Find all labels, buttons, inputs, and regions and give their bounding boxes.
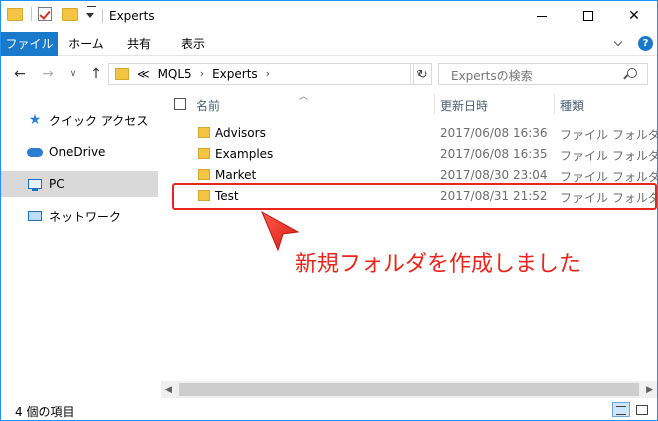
sidebar-item-label: PC	[49, 177, 65, 191]
cloud-icon	[27, 145, 43, 159]
breadcrumb: ≪ MQL5 › Experts ›	[137, 67, 270, 81]
search-icon[interactable]	[627, 68, 637, 78]
sidebar-item-quick-access[interactable]: ★ クイック アクセス	[1, 107, 158, 133]
sidebar-item-label: OneDrive	[49, 145, 106, 159]
sidebar-item-network[interactable]: ネットワーク	[1, 203, 158, 229]
navigation-pane: ★ クイック アクセス OneDrive PC ネットワーク	[1, 93, 158, 399]
folder-icon	[198, 169, 210, 180]
close-icon: ✕	[628, 8, 640, 24]
file-date: 2017/08/30 23:04	[440, 168, 548, 182]
ribbon: ファイル ホーム 共有 表示 ?	[1, 32, 657, 56]
scroll-thumb[interactable]	[179, 383, 639, 396]
sort-indicator-icon: ︿	[299, 92, 309, 102]
back-button[interactable]: ←	[11, 65, 29, 83]
scroll-left-icon[interactable]: ◀	[165, 385, 172, 395]
tab-home[interactable]: ホーム	[64, 32, 108, 56]
quick-access-toolbar	[7, 7, 94, 21]
title-bar: Experts ✕	[1, 1, 657, 32]
tab-share[interactable]: 共有	[119, 32, 159, 56]
file-date: 2017/06/08 16:36	[440, 126, 548, 140]
chevron-right-icon[interactable]: ›	[200, 67, 204, 81]
column-name[interactable]: 名前	[196, 97, 220, 114]
expand-ribbon-icon[interactable]	[613, 37, 625, 49]
horizontal-scrollbar[interactable]: ◀ ▶	[161, 381, 657, 398]
refresh-button[interactable]: ↻	[413, 63, 432, 85]
chevron-right-icon[interactable]: ›	[266, 67, 270, 81]
large-icons-view-icon[interactable]	[633, 402, 651, 417]
dropdown-bar	[87, 6, 96, 7]
maximize-button[interactable]	[565, 1, 611, 31]
close-button[interactable]: ✕	[611, 1, 657, 31]
tab-file[interactable]: ファイル	[1, 32, 58, 56]
properties-icon[interactable]	[38, 7, 52, 21]
scroll-right-icon[interactable]: ▶	[646, 385, 653, 395]
column-date[interactable]: 更新日時	[440, 97, 488, 114]
file-name: Advisors	[215, 126, 266, 140]
computer-icon	[27, 177, 43, 191]
column-divider[interactable]	[554, 93, 555, 115]
annotation-text: 新規フォルダを作成しました	[295, 252, 582, 277]
column-header: ︿ 名前 更新日時 種類	[158, 92, 657, 117]
help-button[interactable]: ?	[638, 36, 653, 51]
sidebar-item-label: ネットワーク	[49, 209, 122, 224]
select-all-checkbox[interactable]	[174, 98, 186, 110]
file-name: Examples	[215, 147, 274, 161]
forward-button[interactable]: →	[39, 65, 57, 83]
toolbar-divider	[31, 7, 32, 21]
folder-icon	[198, 127, 210, 138]
sidebar-item-label: クイック アクセス	[49, 113, 149, 128]
highlight-box	[172, 183, 657, 210]
title-divider	[102, 9, 103, 23]
sidebar-item-onedrive[interactable]: OneDrive	[1, 139, 158, 165]
file-row[interactable]: Advisors 2017/06/08 16:36 ファイル フォルダー	[172, 123, 657, 144]
up-button[interactable]: ↑	[87, 65, 105, 83]
column-type[interactable]: 種類	[560, 97, 584, 114]
folder-icon	[115, 68, 129, 80]
sidebar-item-pc[interactable]: PC	[1, 171, 158, 197]
minimize-button[interactable]	[519, 1, 565, 31]
file-name: Market	[215, 168, 257, 182]
address-bar[interactable]: ≪ MQL5 › Experts › ∨	[108, 63, 432, 85]
search-input[interactable]: Expertsの検索	[438, 63, 648, 85]
minimize-icon	[537, 15, 547, 17]
item-count: 4 個の項目	[15, 405, 75, 419]
new-folder-icon[interactable]	[62, 7, 78, 21]
star-icon: ★	[28, 112, 42, 128]
folder-icon[interactable]	[7, 7, 23, 21]
column-divider[interactable]	[434, 93, 435, 115]
file-date: 2017/06/08 16:35	[440, 147, 548, 161]
file-list: ︿ 名前 更新日時 種類 Advisors 2017/06/08 16:36 フ…	[158, 92, 657, 381]
maximize-icon	[583, 11, 593, 21]
window-title: Experts	[109, 9, 155, 23]
file-type: ファイル フォルダー	[560, 149, 657, 163]
explorer-window: Experts ✕ ファイル ホーム 共有 表示 ? ← → ∨ ↑ ≪ MQL…	[0, 0, 658, 421]
network-icon	[27, 209, 43, 223]
details-view-icon[interactable]	[612, 402, 630, 417]
folder-icon	[198, 148, 210, 159]
breadcrumb-item-experts[interactable]: Experts	[212, 67, 258, 81]
breadcrumb-overflow[interactable]: ≪	[137, 67, 150, 81]
search-placeholder: Expertsの検索	[451, 69, 533, 83]
status-bar: 4 個の項目	[1, 399, 657, 420]
navigation-bar: ← → ∨ ↑ ≪ MQL5 › Experts › ∨ ↻ Expertsの検…	[1, 57, 657, 93]
recent-locations-button[interactable]: ∨	[67, 65, 79, 83]
breadcrumb-item-mql5[interactable]: MQL5	[158, 67, 192, 81]
tab-view[interactable]: 表示	[171, 32, 215, 56]
file-row[interactable]: Examples 2017/06/08 16:35 ファイル フォルダー	[172, 144, 657, 165]
file-type: ファイル フォルダー	[560, 128, 657, 142]
customize-dropdown-icon[interactable]	[86, 12, 94, 18]
